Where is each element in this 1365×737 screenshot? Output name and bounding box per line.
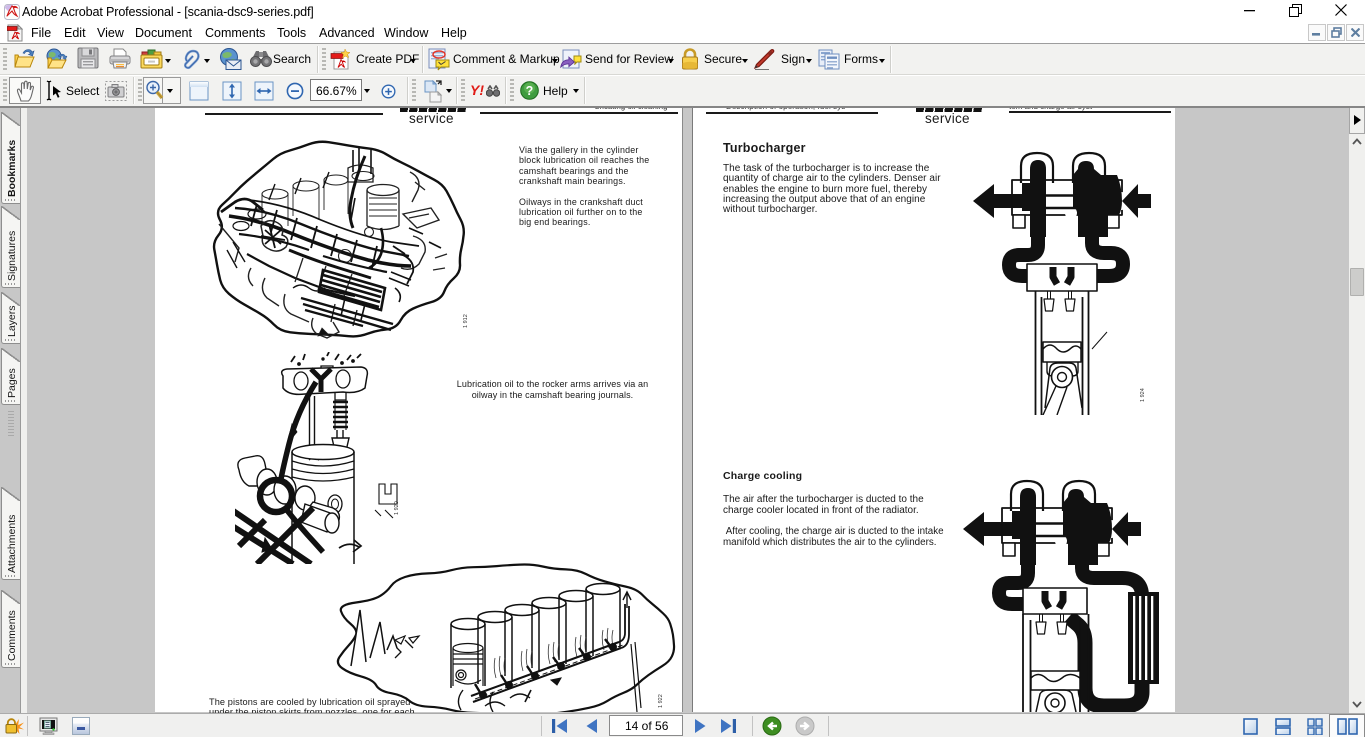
svg-text:Pages: Pages	[6, 368, 18, 398]
svg-text:1 912: 1 912	[463, 314, 469, 328]
svg-text:?: ?	[526, 84, 534, 98]
svg-text:1 924: 1 924	[1140, 388, 1146, 402]
svg-text:Layers: Layers	[6, 305, 18, 337]
svg-text:Bookmarks: Bookmarks	[6, 140, 18, 197]
svg-text:Signatures: Signatures	[6, 231, 18, 281]
svg-text:Attachments: Attachments	[6, 515, 18, 573]
svg-text:1 920: 1 920	[394, 501, 400, 515]
svg-text:1 922: 1 922	[658, 694, 664, 708]
svg-text:Comments: Comments	[6, 610, 18, 661]
